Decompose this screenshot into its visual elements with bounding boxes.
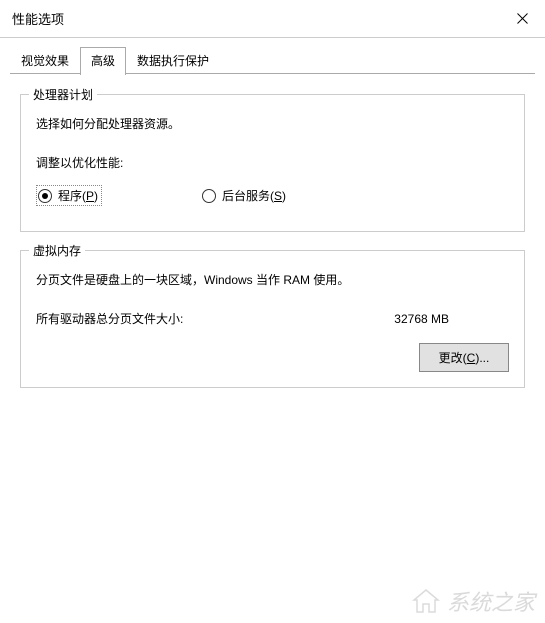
close-icon	[517, 13, 528, 24]
watermark-text: 系统之家	[447, 585, 535, 617]
tab-dep[interactable]: 数据执行保护	[126, 47, 220, 74]
vm-desc: 分页文件是硬盘上的一块区域，Windows 当作 RAM 使用。	[36, 271, 509, 288]
virtual-memory-group: 虚拟内存 分页文件是硬盘上的一块区域，Windows 当作 RAM 使用。 所有…	[20, 250, 525, 388]
adjust-label: 调整以优化性能:	[36, 154, 509, 171]
vm-button-row: 更改(C)...	[36, 343, 509, 372]
radio-bgservices-label: 后台服务(S)	[222, 187, 286, 204]
processor-scheduling-group: 处理器计划 选择如何分配处理器资源。 调整以优化性能: 程序(P) 后台服务(S…	[20, 94, 525, 232]
window-title: 性能选项	[12, 9, 64, 28]
processor-group-title: 处理器计划	[29, 86, 97, 103]
vm-total-value: 32768 MB	[394, 312, 449, 326]
processor-desc: 选择如何分配处理器资源。	[36, 115, 509, 132]
vm-total-row: 所有驱动器总分页文件大小: 32768 MB	[36, 310, 509, 327]
radio-icon	[38, 189, 52, 203]
radio-programs-label: 程序(P)	[58, 187, 98, 204]
tab-content: 处理器计划 选择如何分配处理器资源。 调整以优化性能: 程序(P) 后台服务(S…	[0, 74, 545, 388]
tab-bar: 视觉效果 高级 数据执行保护	[0, 38, 545, 74]
change-button[interactable]: 更改(C)...	[419, 343, 509, 372]
tab-advanced[interactable]: 高级	[80, 47, 126, 75]
radio-icon	[202, 189, 216, 203]
radio-background-services[interactable]: 后台服务(S)	[202, 187, 286, 204]
tab-visual-effects[interactable]: 视觉效果	[10, 47, 80, 74]
radio-programs[interactable]: 程序(P)	[36, 185, 102, 206]
close-button[interactable]	[499, 0, 545, 38]
home-icon	[411, 588, 441, 614]
vm-total-label: 所有驱动器总分页文件大小:	[36, 310, 183, 327]
watermark: 系统之家	[411, 585, 535, 617]
radio-row: 程序(P) 后台服务(S)	[36, 185, 509, 216]
vm-group-title: 虚拟内存	[29, 242, 85, 259]
titlebar: 性能选项	[0, 0, 545, 38]
